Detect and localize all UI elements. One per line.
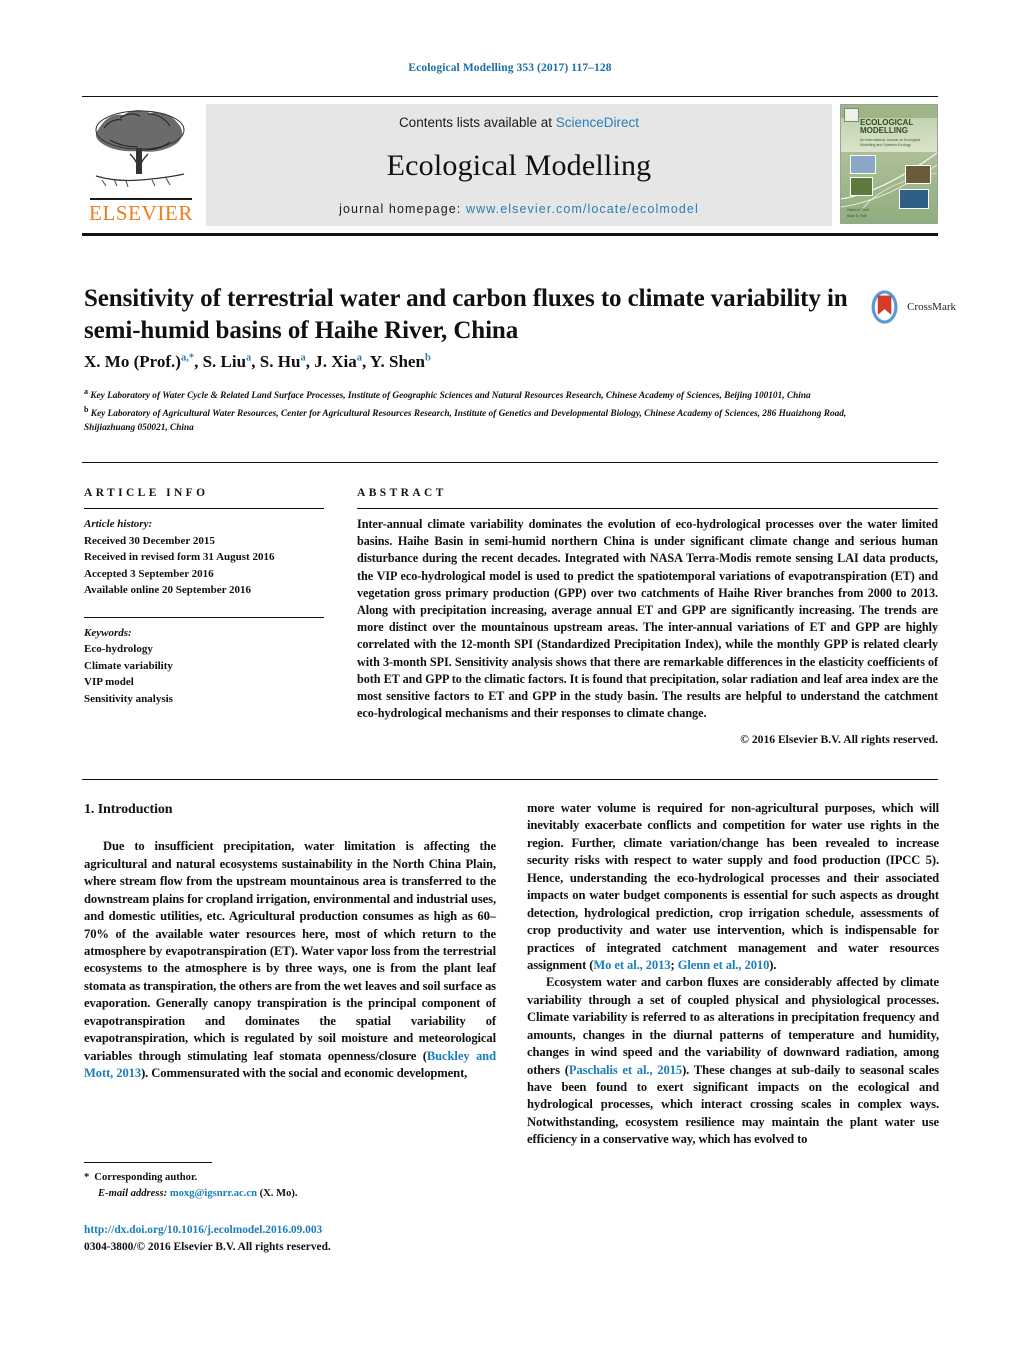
abstract-bottom-rule xyxy=(82,779,938,780)
homepage-prefix: journal homepage: xyxy=(339,202,466,216)
cover-elsevier-mark-icon xyxy=(844,108,859,122)
title-block: Sensitivity of terrestrial water and car… xyxy=(84,283,854,347)
corresponding-line: * Corresponding author. xyxy=(84,1170,504,1186)
history-online: Available online 20 September 2016 xyxy=(84,584,252,596)
masthead-bottom-rule xyxy=(82,233,938,236)
article-info-rule xyxy=(84,508,324,509)
abstract-copyright: © 2016 Elsevier B.V. All rights reserved… xyxy=(740,733,938,747)
keyword-1: Eco-hydrology xyxy=(84,643,153,655)
email-suffix: (X. Mo). xyxy=(259,1187,298,1199)
elsevier-rule xyxy=(90,198,192,200)
article-info-block: ARTICLE INFO Article history: Received 3… xyxy=(84,487,324,707)
email-label: E-mail address: xyxy=(98,1187,168,1199)
keyword-3: VIP model xyxy=(84,676,134,688)
contents-prefix: Contents lists available at xyxy=(398,115,556,130)
homepage-url[interactable]: www.elsevier.com/locate/ecolmodel xyxy=(466,202,699,216)
footnote-rule xyxy=(84,1162,212,1163)
elsevier-tree-icon xyxy=(95,109,185,188)
journal-title: Ecological Modelling xyxy=(386,149,652,182)
keyword-4: Sensitivity analysis xyxy=(84,692,173,705)
corresponding-author-note: * Corresponding author. E-mail address: m… xyxy=(84,1170,504,1202)
crossmark-icon xyxy=(871,290,898,324)
journal-masthead: ELSEVIER Contents lists available at Sci… xyxy=(82,104,938,226)
abstract-heading: ABSTRACT xyxy=(357,487,447,499)
email-line: E-mail address: moxg@igsnrr.ac.cn (X. Mo… xyxy=(84,1186,504,1202)
section-heading-introduction: 1. Introduction xyxy=(84,802,173,817)
affiliation-bottom-rule xyxy=(82,462,938,463)
body-column-right: more water volume is required for non-ag… xyxy=(527,800,939,1149)
history-received: Received 30 December 2015 xyxy=(84,534,215,547)
citation-glenn-2010[interactable]: Glenn et al., 2010 xyxy=(678,958,770,972)
page-title: Sensitivity of terrestrial water and car… xyxy=(84,285,848,344)
masthead-panel: Contents lists available at ScienceDirec… xyxy=(206,104,832,226)
cover-footer: Editor-in-Chief Brian D. Fath xyxy=(847,207,869,218)
paper-page: Ecological Modelling 353 (2017) 117–128 … xyxy=(0,0,1020,1351)
corresponding-marker: * xyxy=(84,1172,90,1183)
author-list: X. Mo (Prof.)a,*, S. Liua, S. Hua, J. Xi… xyxy=(84,352,904,372)
cover-photo-3 xyxy=(905,165,931,184)
history-accepted: Accepted 3 September 2016 xyxy=(84,567,214,580)
corresponding-label: Corresponding author. xyxy=(94,1172,198,1183)
article-info-heading: ARTICLE INFO xyxy=(84,487,209,499)
journal-homepage-line: journal homepage: www.elsevier.com/locat… xyxy=(339,202,699,216)
doi-link[interactable]: http://dx.doi.org/10.1016/j.ecolmodel.20… xyxy=(84,1222,504,1239)
keyword-2: Climate variability xyxy=(84,659,173,672)
body-column-left: 1. Introduction Due to insufficient prec… xyxy=(84,800,496,1083)
cover-photo-4 xyxy=(899,189,929,209)
abstract-text: Inter-annual climate variability dominat… xyxy=(357,517,938,721)
affiliation-a: a Key Laboratory of Water Cycle & Relate… xyxy=(84,387,811,402)
affiliation-list: a Key Laboratory of Water Cycle & Relate… xyxy=(84,386,874,435)
history-revised: Received in revised form 31 August 2016 xyxy=(84,551,275,563)
abstract-block: ABSTRACT Inter-annual climate variabilit… xyxy=(357,487,938,746)
doi-block: http://dx.doi.org/10.1016/j.ecolmodel.20… xyxy=(84,1222,504,1255)
sciencedirect-link[interactable]: ScienceDirect xyxy=(556,115,639,130)
cover-photo-2 xyxy=(850,177,873,196)
issn-copyright-line: 0304-3800/© 2016 Elsevier B.V. All right… xyxy=(84,1240,331,1253)
affiliation-b: b Key Laboratory of Agricultural Water R… xyxy=(84,404,847,434)
article-history-label: Article history: xyxy=(84,518,153,530)
citation-paschalis-2015[interactable]: Paschalis et al., 2015 xyxy=(569,1063,682,1077)
paragraph-right-1: more water volume is required for non-ag… xyxy=(527,801,939,972)
keywords-label: Keywords: xyxy=(84,626,132,639)
abstract-rule xyxy=(357,508,938,509)
running-head: Ecological Modelling 353 (2017) 117–128 xyxy=(408,62,612,74)
citation-mo-2013[interactable]: Mo et al., 2013 xyxy=(593,958,670,972)
elsevier-wordmark: ELSEVIER xyxy=(89,201,193,225)
crossmark-badge[interactable]: CrossMark xyxy=(866,285,956,329)
keywords-rule xyxy=(84,616,324,618)
header-rule xyxy=(82,96,938,97)
paragraph-right-2: Ecosystem water and carbon fluxes are co… xyxy=(527,975,939,1147)
cover-photo-1 xyxy=(850,155,876,174)
crossmark-label: CrossMark xyxy=(907,301,956,313)
paragraph-left-1: Due to insufficient precipitation, water… xyxy=(84,839,496,1081)
journal-cover-thumbnail[interactable]: ECOLOGICAL MODELLING An International Jo… xyxy=(840,104,938,224)
author-names: X. Mo (Prof.)a,*, S. Liua, S. Hua, J. Xi… xyxy=(84,352,431,371)
contents-available-line: Contents lists available at ScienceDirec… xyxy=(399,115,639,130)
email-link[interactable]: moxg@igsnrr.ac.cn xyxy=(170,1188,257,1199)
cover-title: ECOLOGICAL MODELLING xyxy=(860,118,913,136)
elsevier-logo[interactable]: ELSEVIER xyxy=(82,104,200,226)
cover-title-line2: MODELLING xyxy=(860,126,908,136)
